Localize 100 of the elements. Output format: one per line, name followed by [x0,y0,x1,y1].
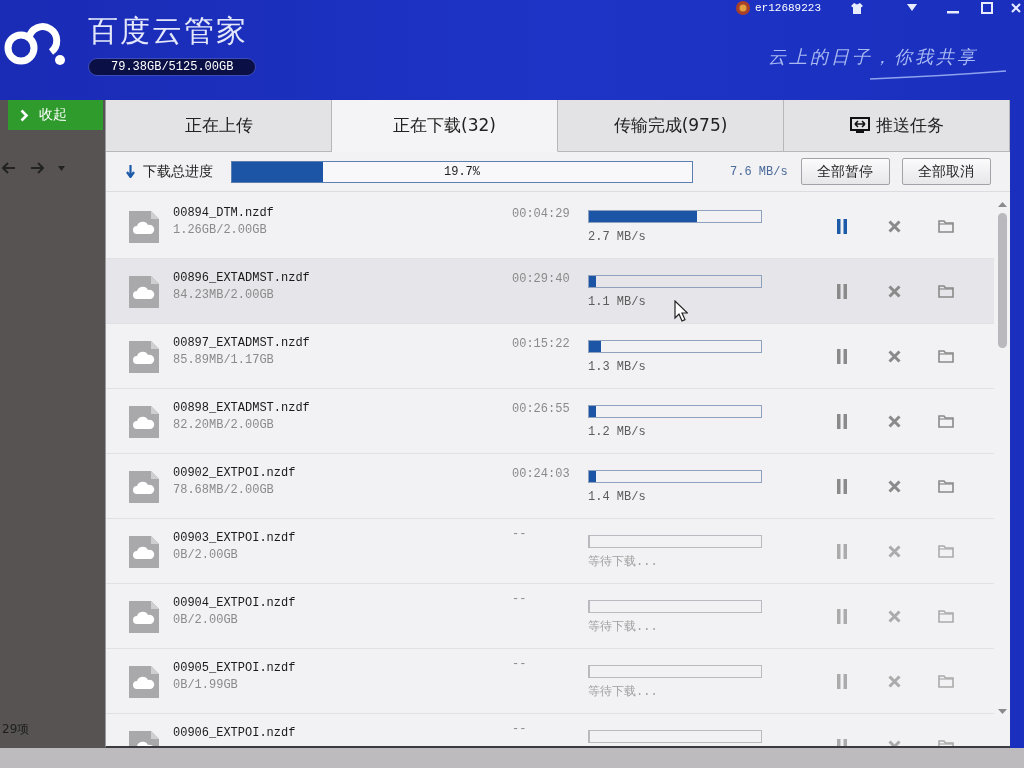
folder-icon [938,414,954,428]
pause-icon [836,218,848,234]
chevron-right-icon [20,108,29,122]
time-remaining: 00:26:55 [512,402,568,416]
download-arrow-icon [126,165,135,178]
tab[interactable]: 推送任务 [784,100,1010,152]
emblem-icon[interactable] [736,1,750,15]
time-remaining: 00:29:40 [512,272,568,286]
folder-icon [938,674,954,688]
file-size: 0B/2.00GB [173,548,239,562]
download-speed: 1.4 MB/s [588,490,647,504]
folder-icon [938,479,954,493]
caret-down-icon[interactable] [907,4,917,12]
storage-usage: 79.38GB/5125.00GB [88,58,257,76]
pause-icon [836,673,848,689]
file-icon [128,210,160,244]
file-name: 00903_EXTPOI.nzdf [173,531,297,545]
tab[interactable]: 传输完成(975) [558,100,784,152]
file-icon [128,600,160,634]
folder-icon [938,284,954,298]
folder-icon [938,349,954,363]
close-icon [887,609,901,623]
download-speed: 1.3 MB/s [588,360,647,374]
file-size: 84.23MB/2.00GB [173,288,275,302]
cancel-all-button[interactable]: 全部取消 [901,158,991,185]
close-icon [887,219,901,233]
time-remaining: 00:24:03 [512,467,568,481]
scrollbar-thumb[interactable] [997,213,1007,348]
pause-icon [836,478,848,494]
close-icon [887,284,901,298]
item-count: 29项 [1,721,31,738]
close-icon [887,674,901,688]
download-row[interactable]: 00905_EXTPOI.nzdf 0B/1.99GB -- 等待下载... [106,649,994,714]
swoosh-icon [868,70,1008,80]
file-size: 0B/2.00GB [173,613,239,627]
scroll-down-icon[interactable] [997,709,1007,714]
file-name: 00898_EXTADMST.nzdf [173,401,311,415]
file-name: 00897_EXTADMST.nzdf [173,336,311,350]
download-row[interactable]: 00898_EXTADMST.nzdf 82.20MB/2.00GB 00:26:55 1.2 MB/s [106,389,994,454]
file-size: 82.20MB/2.00GB [173,418,275,432]
file-size: 1.26GB/2.00GB [173,223,268,237]
close-icon[interactable] [1011,3,1021,13]
file-size: 0B/1.99GB [173,678,239,692]
pause-icon [836,283,848,299]
username[interactable]: er12689223 [755,1,821,15]
pause-icon [836,413,848,429]
file-size: 85.89MB/1.17GB [173,353,275,367]
time-remaining: 00:15:22 [512,337,568,351]
folder-icon [938,609,954,623]
file-name: 00906_EXTPOI.nzdf [173,726,297,740]
total-speed: 7.6 MB/s [730,164,788,179]
download-row[interactable]: 00897_EXTADMST.nzdf 85.89MB/1.17GB 00:15:22 1.3 MB/s [106,324,994,389]
file-icon [128,405,160,439]
download-row[interactable]: 00896_EXTADMST.nzdf 84.23MB/2.00GB 00:29:40 1.1 MB/s [106,259,994,324]
file-name: 00894_DTM.nzdf [173,206,275,220]
time-remaining: -- [512,527,528,541]
close-icon [887,544,901,558]
folder-icon [938,544,954,558]
time-remaining: -- [512,722,528,736]
back-arrow-icon[interactable] [2,162,16,174]
file-icon [128,665,160,699]
close-icon [887,349,901,363]
scroll-up-icon[interactable] [997,202,1007,207]
file-size: 78.68MB/2.00GB [173,483,275,497]
file-name: 00902_EXTPOI.nzdf [173,466,297,480]
download-speed: 1.2 MB/s [588,425,647,439]
file-name: 00905_EXTPOI.nzdf [173,661,297,675]
pause-icon [836,608,848,624]
status-text: 等待下载... [588,620,659,634]
time-remaining: 00:04:29 [512,207,568,221]
download-row[interactable]: 00902_EXTPOI.nzdf 78.68MB/2.00GB 00:24:03 1.4 MB/s [106,454,994,519]
file-icon [128,275,160,309]
forward-arrow-icon[interactable] [30,162,44,174]
file-name: 00896_EXTADMST.nzdf [173,271,311,285]
download-row[interactable]: 00904_EXTPOI.nzdf 0B/2.00GB -- 等待下载... [106,584,994,649]
folder-icon [938,219,954,233]
maximize-icon[interactable] [981,2,993,14]
time-remaining: -- [512,592,528,606]
tab[interactable]: 正在上传 [106,100,332,152]
time-remaining: -- [512,657,528,671]
download-speed: 1.1 MB/s [588,295,647,309]
collapse-button[interactable]: 收起 [8,100,103,130]
file-icon [128,340,160,374]
pause-icon [836,348,848,364]
monitor-icon [849,117,870,134]
file-name: 00904_EXTPOI.nzdf [173,596,297,610]
download-row[interactable]: 00903_EXTPOI.nzdf 0B/2.00GB -- 等待下载... [106,519,994,584]
shirt-icon[interactable] [851,2,863,14]
download-speed: 2.7 MB/s [588,230,647,244]
file-icon [128,470,160,504]
progress-percent: 19.7% [444,164,480,179]
slogan: 云上的日子，你我共享 [768,46,978,68]
pause-all-button[interactable]: 全部暂停 [800,158,890,185]
close-icon [887,479,901,493]
close-icon [887,414,901,428]
status-text: 等待下载... [588,555,659,569]
file-icon [128,535,160,569]
total-progress-label: 下载总进度 [143,162,213,181]
status-text: 等待下载... [588,685,659,699]
app-title: 百度云管家 [88,12,249,50]
